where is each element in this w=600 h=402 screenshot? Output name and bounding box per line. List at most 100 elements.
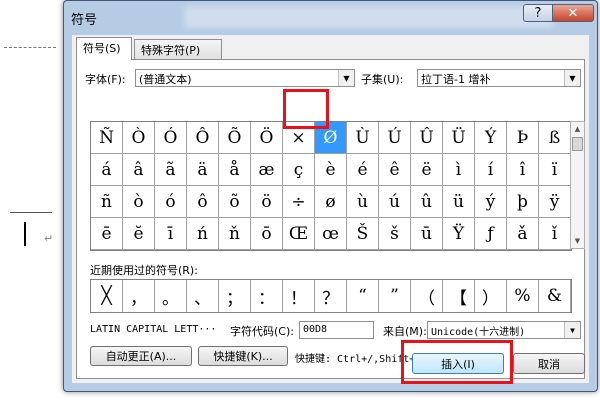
symbol-cell[interactable]: ĕ xyxy=(123,218,155,250)
symbol-cell[interactable]: Œ xyxy=(283,218,315,250)
recent-symbol-cell[interactable]: & xyxy=(539,280,571,312)
dialog-body: 符号(S) 特殊字符(P) 字体(F): (普通文本) ▼ 子集(U): 拉丁语… xyxy=(72,35,589,383)
insert-button[interactable]: 插入(I) xyxy=(412,353,504,374)
symbol-cell[interactable]: ƒ xyxy=(475,218,507,250)
symbol-cell[interactable]: ÷ xyxy=(283,186,315,218)
symbol-cell[interactable]: ū xyxy=(411,218,443,250)
chevron-down-icon[interactable]: ▼ xyxy=(564,322,580,338)
symbol-cell[interactable]: ó xyxy=(155,186,187,218)
symbol-cell[interactable]: Ý xyxy=(475,122,507,154)
symbol-cell[interactable]: á xyxy=(91,154,123,186)
symbol-cell[interactable]: é xyxy=(347,154,379,186)
symbol-cell[interactable]: Ú xyxy=(379,122,411,154)
symbol-cell[interactable]: Ÿ xyxy=(443,218,475,250)
chevron-down-icon[interactable]: ▼ xyxy=(338,70,354,86)
symbol-cell[interactable]: ä xyxy=(187,154,219,186)
recent-symbol-cell[interactable]: ？ xyxy=(315,280,347,312)
symbol-cell[interactable]: ß xyxy=(539,122,571,154)
help-icon: ? xyxy=(534,5,542,21)
symbol-cell[interactable]: ü xyxy=(443,186,475,218)
subset-select[interactable]: 拉丁语-1 增补 ▼ xyxy=(417,69,581,87)
recent-symbol-cell[interactable]: 【 xyxy=(443,280,475,312)
symbol-cell[interactable]: Ù xyxy=(347,122,379,154)
symbol-cell[interactable]: ñ xyxy=(91,186,123,218)
font-select[interactable]: (普通文本) ▼ xyxy=(135,69,355,87)
symbol-cell[interactable]: ǎ xyxy=(507,218,539,250)
symbol-cell[interactable]: ú xyxy=(379,186,411,218)
subset-label: 子集(U): xyxy=(361,73,404,86)
symbol-cell[interactable]: â xyxy=(123,154,155,186)
recent-symbol-cell[interactable]: ： xyxy=(251,280,283,312)
symbol-cell[interactable]: Ñ xyxy=(91,122,123,154)
symbol-cell[interactable]: è xyxy=(315,154,347,186)
doc-margin-line xyxy=(10,212,52,213)
char-code-input[interactable]: 00D8 xyxy=(299,321,374,339)
symbol-cell[interactable]: Û xyxy=(411,122,443,154)
symbol-cell[interactable]: Þ xyxy=(507,122,539,154)
symbol-cell[interactable]: ï xyxy=(539,154,571,186)
symbol-cell[interactable]: å xyxy=(219,154,251,186)
recent-symbol-cell[interactable]: ” xyxy=(379,280,411,312)
recent-symbol-cell[interactable]: ； xyxy=(219,280,251,312)
symbol-cell[interactable]: õ xyxy=(219,186,251,218)
scroll-down-icon[interactable]: ▼ xyxy=(571,234,584,248)
help-button[interactable]: ? xyxy=(523,4,553,22)
symbol-cell[interactable]: Ô xyxy=(187,122,219,154)
recent-symbol-cell[interactable]: ） xyxy=(475,280,507,312)
recent-symbol-cell[interactable]: ， xyxy=(123,280,155,312)
recent-symbol-cell[interactable]: % xyxy=(507,280,539,312)
symbol-cell[interactable]: Ø xyxy=(315,122,347,154)
symbol-cell[interactable]: ē xyxy=(91,218,123,250)
scroll-up-icon[interactable]: ▲ xyxy=(571,122,584,136)
symbol-cell[interactable]: æ xyxy=(251,154,283,186)
symbol-cell[interactable]: ÿ xyxy=(539,186,571,218)
symbol-cell[interactable]: ǐ xyxy=(539,218,571,250)
symbol-cell[interactable]: î xyxy=(507,154,539,186)
from-select[interactable]: Unicode(十六进制) ▼ xyxy=(427,321,581,339)
symbol-cell[interactable]: Ö xyxy=(251,122,283,154)
cancel-button[interactable]: 取消 xyxy=(513,353,585,374)
recent-symbol-cell[interactable]: （ xyxy=(411,280,443,312)
symbol-cell[interactable]: ù xyxy=(347,186,379,218)
chevron-down-icon[interactable]: ▼ xyxy=(564,70,580,86)
shortcut-key-button[interactable]: 快捷键(K)... xyxy=(198,346,288,366)
symbol-cell[interactable]: × xyxy=(283,122,315,154)
symbol-cell[interactable]: ã xyxy=(155,154,187,186)
symbol-cell[interactable]: ö xyxy=(251,186,283,218)
symbol-cell[interactable]: ò xyxy=(123,186,155,218)
symbol-scrollbar[interactable]: ▲ ▼ xyxy=(570,121,585,249)
symbol-cell[interactable]: þ xyxy=(507,186,539,218)
symbol-cell[interactable]: ī xyxy=(155,218,187,250)
close-button[interactable]: ✕ xyxy=(552,4,594,22)
symbol-cell[interactable]: ø xyxy=(315,186,347,218)
symbol-cell[interactable]: í xyxy=(475,154,507,186)
scroll-thumb[interactable] xyxy=(572,137,583,151)
symbol-cell[interactable]: ń xyxy=(187,218,219,250)
symbol-cell[interactable]: û xyxy=(411,186,443,218)
tab-special-characters[interactable]: 特殊字符(P) xyxy=(134,39,222,59)
recent-symbol-cell[interactable]: “ xyxy=(347,280,379,312)
recent-symbol-cell[interactable]: ！ xyxy=(283,280,315,312)
symbol-cell[interactable]: ô xyxy=(187,186,219,218)
symbol-cell[interactable]: Š xyxy=(347,218,379,250)
tab-symbols[interactable]: 符号(S) xyxy=(76,37,132,60)
symbol-cell[interactable]: ë xyxy=(411,154,443,186)
autocorrect-button[interactable]: 自动更正(A)... xyxy=(90,346,192,366)
title-bar[interactable]: 符号 ? ✕ xyxy=(64,1,597,35)
symbol-cell[interactable]: ê xyxy=(379,154,411,186)
tab-panel: 字体(F): (普通文本) ▼ 子集(U): 拉丁语-1 增补 ▼ ÑÒÓÔÕÖ… xyxy=(76,59,585,379)
symbol-cell[interactable]: Ü xyxy=(443,122,475,154)
symbol-cell[interactable]: Ò xyxy=(123,122,155,154)
symbol-cell[interactable]: ç xyxy=(283,154,315,186)
symbol-cell[interactable]: Ó xyxy=(155,122,187,154)
recent-symbol-cell[interactable]: ╳ xyxy=(91,280,123,312)
symbol-cell[interactable]: Õ xyxy=(219,122,251,154)
symbol-cell[interactable]: š xyxy=(379,218,411,250)
symbol-cell[interactable]: ý xyxy=(475,186,507,218)
symbol-cell[interactable]: ň xyxy=(219,218,251,250)
symbol-cell[interactable]: ō xyxy=(251,218,283,250)
symbol-cell[interactable]: œ xyxy=(315,218,347,250)
recent-symbol-cell[interactable]: 。 xyxy=(155,280,187,312)
recent-symbol-cell[interactable]: 、 xyxy=(187,280,219,312)
symbol-cell[interactable]: ì xyxy=(443,154,475,186)
